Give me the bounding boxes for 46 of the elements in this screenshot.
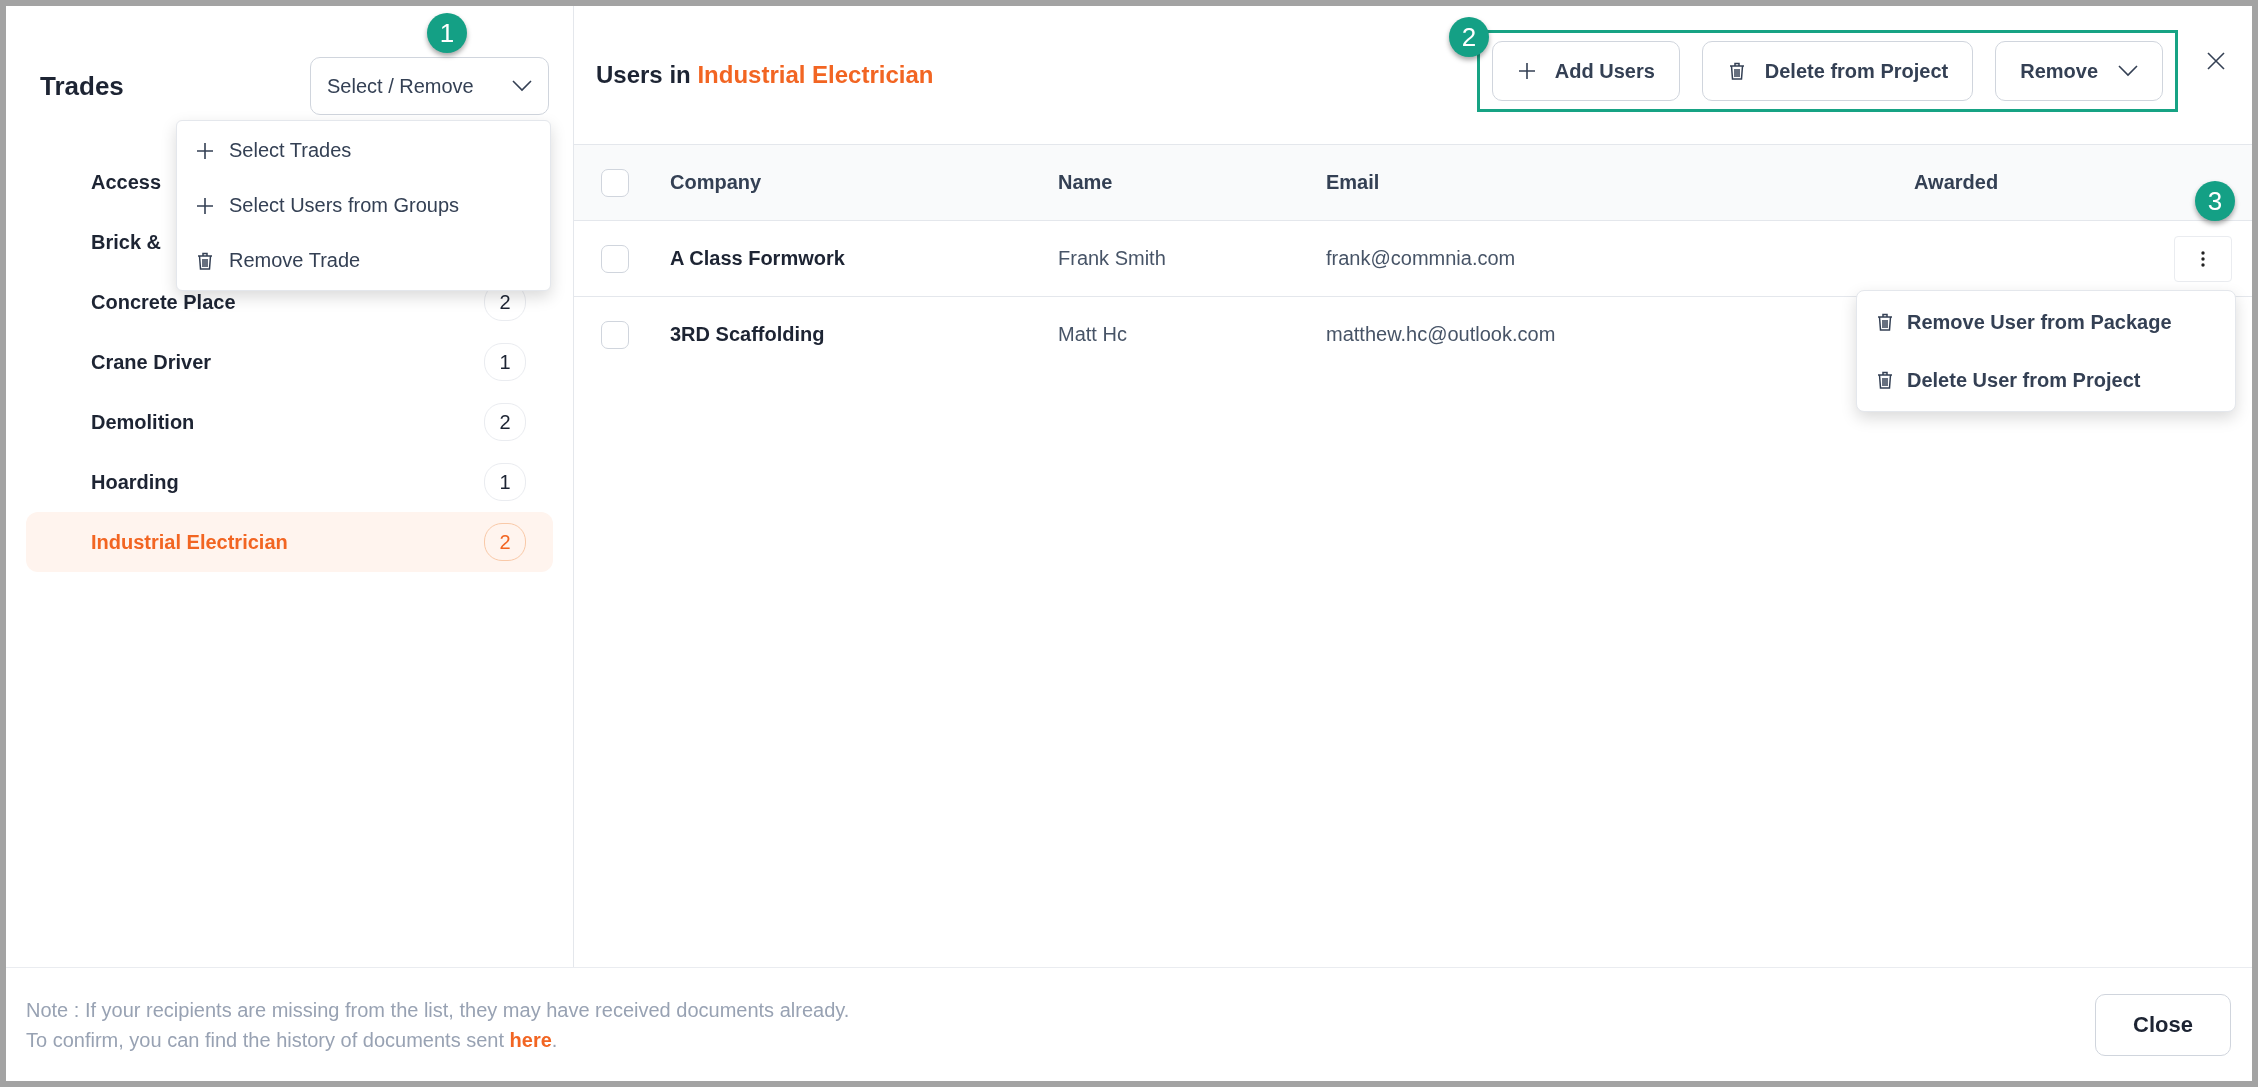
column-header: Email <box>1326 171 1380 194</box>
select-remove-dropdown[interactable]: Select / Remove <box>310 57 549 115</box>
menu-item[interactable]: Select Trades <box>177 123 550 178</box>
vertical-dots-icon <box>2201 250 2205 267</box>
row-checkbox[interactable] <box>601 244 629 273</box>
count-badge: 2 <box>484 523 526 561</box>
close-icon[interactable] <box>2206 51 2226 71</box>
table-cell: matthew.hc@outlook.com <box>1326 323 1556 346</box>
plus-icon <box>1516 61 1537 81</box>
menu-item[interactable]: Remove User from Package <box>1857 293 2235 351</box>
trash-icon <box>195 250 215 271</box>
column-header: Awarded <box>1914 171 1999 194</box>
count-badge: 1 <box>484 343 526 381</box>
plus-icon <box>195 195 215 216</box>
trade-item[interactable]: Crane Driver 1 <box>26 332 553 392</box>
count-badge: 1 <box>484 463 526 501</box>
table-cell: A Class Formwork <box>670 247 845 270</box>
trade-item[interactable]: Hoarding 1 <box>26 452 553 512</box>
table-cell: Matt Hc <box>1058 323 1127 346</box>
column-header: Name <box>1058 171 1113 194</box>
table-cell: Frank Smith <box>1058 247 1166 270</box>
chevron-down-icon <box>512 80 532 92</box>
footer-note: To confirm, you can find the history of documents sent here. <box>26 1027 559 1053</box>
action-button[interactable]: Add Users <box>1491 41 1680 101</box>
close-button[interactable]: Close <box>2095 993 2231 1056</box>
column-header: Company <box>670 171 762 194</box>
table-cell: 3RD Scaffolding <box>670 323 825 346</box>
count-badge: 2 <box>484 403 526 441</box>
plus-icon <box>195 140 215 161</box>
step-badge: 1 <box>427 13 467 53</box>
step-badge: 2 <box>1449 17 1489 57</box>
panel-title: Users in Industrial Electrician <box>596 61 935 89</box>
action-button[interactable]: Remove <box>1995 41 2163 101</box>
row-checkbox[interactable] <box>601 320 629 349</box>
more-options-button[interactable] <box>2174 235 2232 282</box>
action-button[interactable]: Delete from Project <box>1701 41 1974 101</box>
trash-icon <box>1875 312 1895 332</box>
menu-item[interactable]: Select Users from Groups <box>177 178 550 233</box>
footer-note: Note : If your recipients are missing from the list, they may have received documents already. <box>26 997 850 1023</box>
table-cell: frank@commnia.com <box>1326 247 1516 270</box>
chevron-down-icon <box>2118 65 2138 77</box>
panel-title: Trades <box>40 70 124 103</box>
menu-item[interactable]: Delete User from Project <box>1857 351 2235 409</box>
trade-item[interactable]: Demolition 2 <box>26 392 553 452</box>
trash-icon <box>1875 370 1895 390</box>
select-all-checkbox[interactable] <box>601 168 629 197</box>
